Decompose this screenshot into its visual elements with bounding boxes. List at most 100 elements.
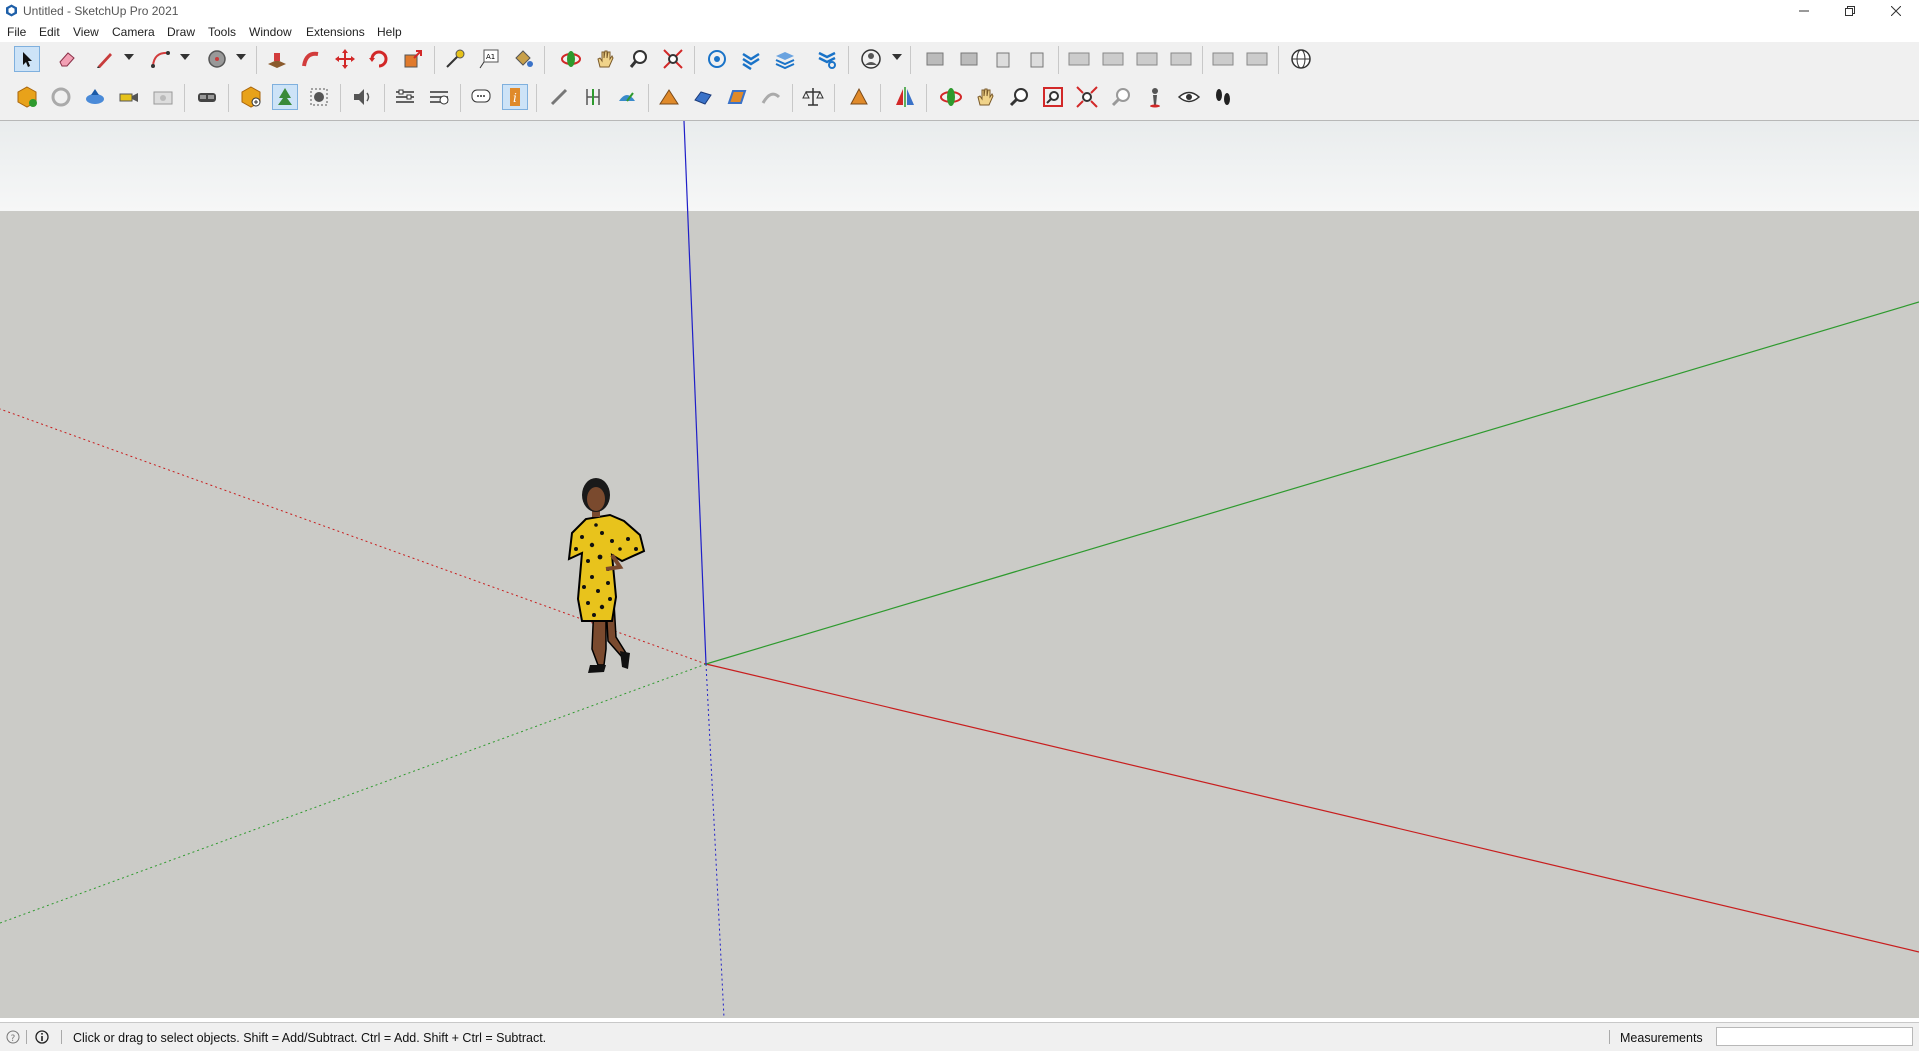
orbit-tool-button[interactable]: [558, 46, 584, 72]
top-view-icon: [960, 52, 978, 66]
account-dropdown-chevron-icon[interactable]: [892, 54, 902, 60]
account-button[interactable]: [858, 46, 884, 72]
top-view-button[interactable]: [956, 46, 982, 72]
circle-tool-button[interactable]: [204, 46, 230, 72]
monochrome-button[interactable]: [1244, 46, 1270, 72]
sound-button[interactable]: [350, 84, 376, 110]
photo-textures-button[interactable]: [150, 84, 176, 110]
protractor-button[interactable]: [614, 84, 640, 110]
pan-icon: [977, 88, 994, 106]
sync-button[interactable]: [48, 84, 74, 110]
position-camera-button[interactable]: [1142, 84, 1168, 110]
follow-me-tool-button[interactable]: [298, 46, 324, 72]
bounding-box-button[interactable]: [306, 84, 332, 110]
scale-tool-button[interactable]: [400, 46, 426, 72]
camera-button[interactable]: [116, 84, 142, 110]
line-tool-button[interactable]: [92, 46, 118, 72]
components-button[interactable]: [704, 46, 730, 72]
styles-button[interactable]: [738, 46, 764, 72]
minimize-button[interactable]: [1781, 0, 1827, 22]
back-edges-button[interactable]: [1066, 46, 1092, 72]
scale-figure-woman[interactable]: [567, 478, 646, 673]
sandbox-icon: [659, 89, 679, 105]
geo-location-button[interactable]: [1288, 46, 1314, 72]
menu-view[interactable]: View: [73, 25, 99, 39]
model-viewport[interactable]: [0, 121, 1919, 1018]
arc-tool-button[interactable]: [148, 46, 174, 72]
shapes-dropdown-chevron-icon[interactable]: [236, 54, 246, 60]
front-view-button[interactable]: [990, 46, 1016, 72]
tape-button[interactable]: [546, 84, 572, 110]
menu-camera[interactable]: Camera: [112, 25, 155, 39]
menu-tools[interactable]: Tools: [208, 25, 236, 39]
line-dropdown-chevron-icon[interactable]: [124, 54, 134, 60]
account-icon: [861, 49, 881, 69]
shaded-textures-button[interactable]: [1210, 46, 1236, 72]
menu-help[interactable]: Help: [377, 25, 402, 39]
shaded-button[interactable]: [1168, 46, 1194, 72]
position-camera-icon: [1150, 88, 1160, 108]
sandbox-contours-button[interactable]: [656, 84, 682, 110]
menu-edit[interactable]: Edit: [39, 25, 60, 39]
settings-button[interactable]: [392, 84, 418, 110]
orbit-icon: [561, 51, 581, 67]
zoom-extents-tool-button[interactable]: [660, 46, 686, 72]
chat-button[interactable]: [468, 84, 494, 110]
menu-draw[interactable]: Draw: [167, 25, 195, 39]
zoom-window-button[interactable]: [1040, 84, 1066, 110]
tape-measure-tool-button[interactable]: [442, 46, 468, 72]
help-circle-icon[interactable]: ?: [6, 1030, 20, 1044]
drape-button[interactable]: [724, 84, 750, 110]
flip-edge-button[interactable]: [758, 84, 784, 110]
dimension-button[interactable]: [580, 84, 606, 110]
walk-button[interactable]: [1210, 84, 1236, 110]
tree-component-button[interactable]: [272, 84, 298, 110]
eraser-tool-button[interactable]: [54, 46, 80, 72]
warehouse-button[interactable]: [14, 84, 40, 110]
look-around-button[interactable]: [1176, 84, 1202, 110]
menu-file[interactable]: File: [7, 25, 26, 39]
menu-window[interactable]: Window: [249, 25, 292, 39]
section-plane-button[interactable]: [846, 84, 872, 110]
close-button[interactable]: [1873, 0, 1919, 22]
share-model-button[interactable]: [82, 84, 108, 110]
title-bar: Untitled - SketchUp Pro 2021: [0, 0, 1919, 22]
text-tool-button[interactable]: A1: [476, 46, 502, 72]
stamp-button[interactable]: [690, 84, 716, 110]
move-tool-button[interactable]: [332, 46, 358, 72]
restore-button[interactable]: [1827, 0, 1873, 22]
hidden-line-button[interactable]: [1134, 46, 1160, 72]
pan-icon: [597, 50, 614, 68]
component-add-button[interactable]: [238, 84, 264, 110]
tags-button[interactable]: [772, 46, 798, 72]
orbit-button-2[interactable]: [938, 84, 964, 110]
wireframe-button[interactable]: [1100, 46, 1126, 72]
zoom-tool-button[interactable]: [626, 46, 652, 72]
zoom-button-2[interactable]: [1006, 84, 1032, 110]
blue-axis-positive: [683, 121, 707, 665]
mirror-button[interactable]: [892, 84, 918, 110]
previous-view-button[interactable]: [1108, 84, 1134, 110]
scale-balance-button[interactable]: [800, 84, 826, 110]
iso-view-button[interactable]: [922, 46, 948, 72]
zoom-extents-button-2[interactable]: [1074, 84, 1100, 110]
panels-button[interactable]: [426, 84, 452, 110]
select-tool-button[interactable]: [14, 46, 40, 72]
iso-view-icon: [926, 52, 944, 66]
measurements-input[interactable]: [1716, 1027, 1913, 1046]
paint-bucket-tool-button[interactable]: [510, 46, 536, 72]
push-pull-tool-button[interactable]: [264, 46, 290, 72]
entity-info-button[interactable]: i: [502, 84, 528, 110]
instructor-info-icon[interactable]: [35, 1030, 49, 1044]
menu-extensions[interactable]: Extensions: [306, 25, 365, 39]
info-icon: i: [510, 88, 520, 106]
scenes-button[interactable]: [814, 46, 840, 72]
toolbar-row-1: A1: [6, 42, 1906, 76]
window-title: Untitled - SketchUp Pro 2021: [23, 4, 179, 18]
arc-dropdown-chevron-icon[interactable]: [180, 54, 190, 60]
pan-tool-button[interactable]: [592, 46, 618, 72]
right-view-button[interactable]: [1024, 46, 1050, 72]
rotate-tool-button[interactable]: [366, 46, 392, 72]
pan-button-2[interactable]: [972, 84, 998, 110]
vr-button[interactable]: [194, 84, 220, 110]
